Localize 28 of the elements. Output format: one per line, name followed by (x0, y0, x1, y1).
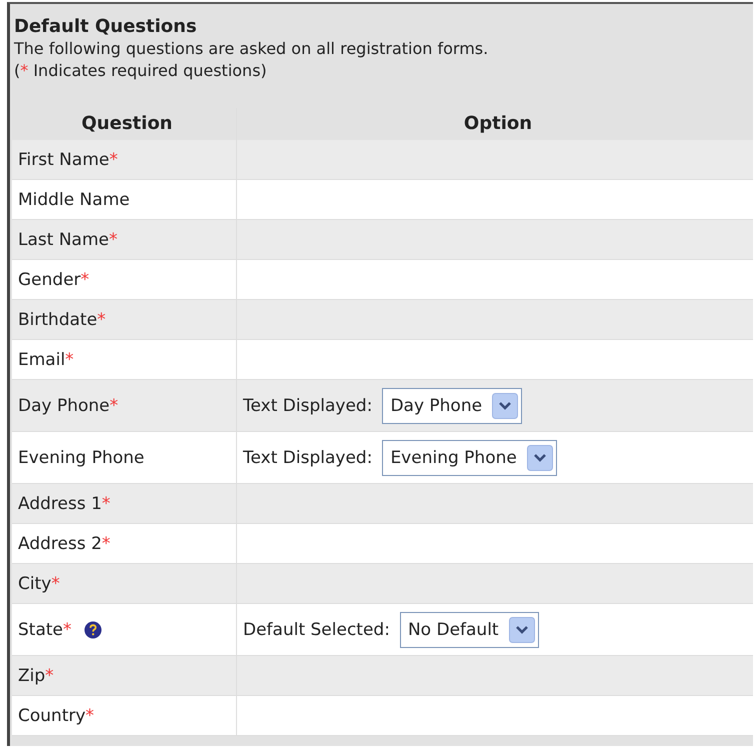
help-icon[interactable] (84, 620, 102, 638)
question-label: Day Phone* (18, 396, 118, 416)
section-title: Default Questions (14, 16, 198, 38)
column-header: Option (462, 112, 534, 136)
dropdown[interactable]: No Default (400, 612, 539, 648)
dropdown[interactable]: Day Phone (382, 388, 522, 424)
chevron-down-icon (526, 444, 553, 470)
question-label: Evening Phone (18, 448, 144, 468)
question-label: Address 1* (18, 494, 110, 514)
option-label: Text Displayed: (243, 396, 372, 416)
question-label: Address 2* (18, 534, 110, 554)
option-label: Default Selected: (243, 620, 390, 640)
chevron-down-icon (508, 616, 535, 642)
question-label: State* (18, 620, 72, 640)
question-label: First Name* (18, 150, 118, 170)
question-label: Email* (18, 350, 74, 370)
question-label: City* (18, 574, 60, 594)
description-text: The following questions are asked on all registration forms. (14, 38, 490, 60)
question-label: Zip* (18, 666, 54, 686)
question-label: Country* (18, 706, 94, 726)
question-label: Birthdate* (18, 310, 106, 330)
option-label: Text Displayed: (243, 448, 372, 468)
legend-text: (* Indicates required questions) (14, 60, 268, 82)
question-label: Middle Name (18, 190, 130, 210)
dropdown[interactable]: Evening Phone (382, 440, 557, 476)
question-label: Last Name* (18, 230, 118, 250)
chevron-down-icon (492, 392, 518, 418)
question-label: Gender* (18, 270, 90, 290)
